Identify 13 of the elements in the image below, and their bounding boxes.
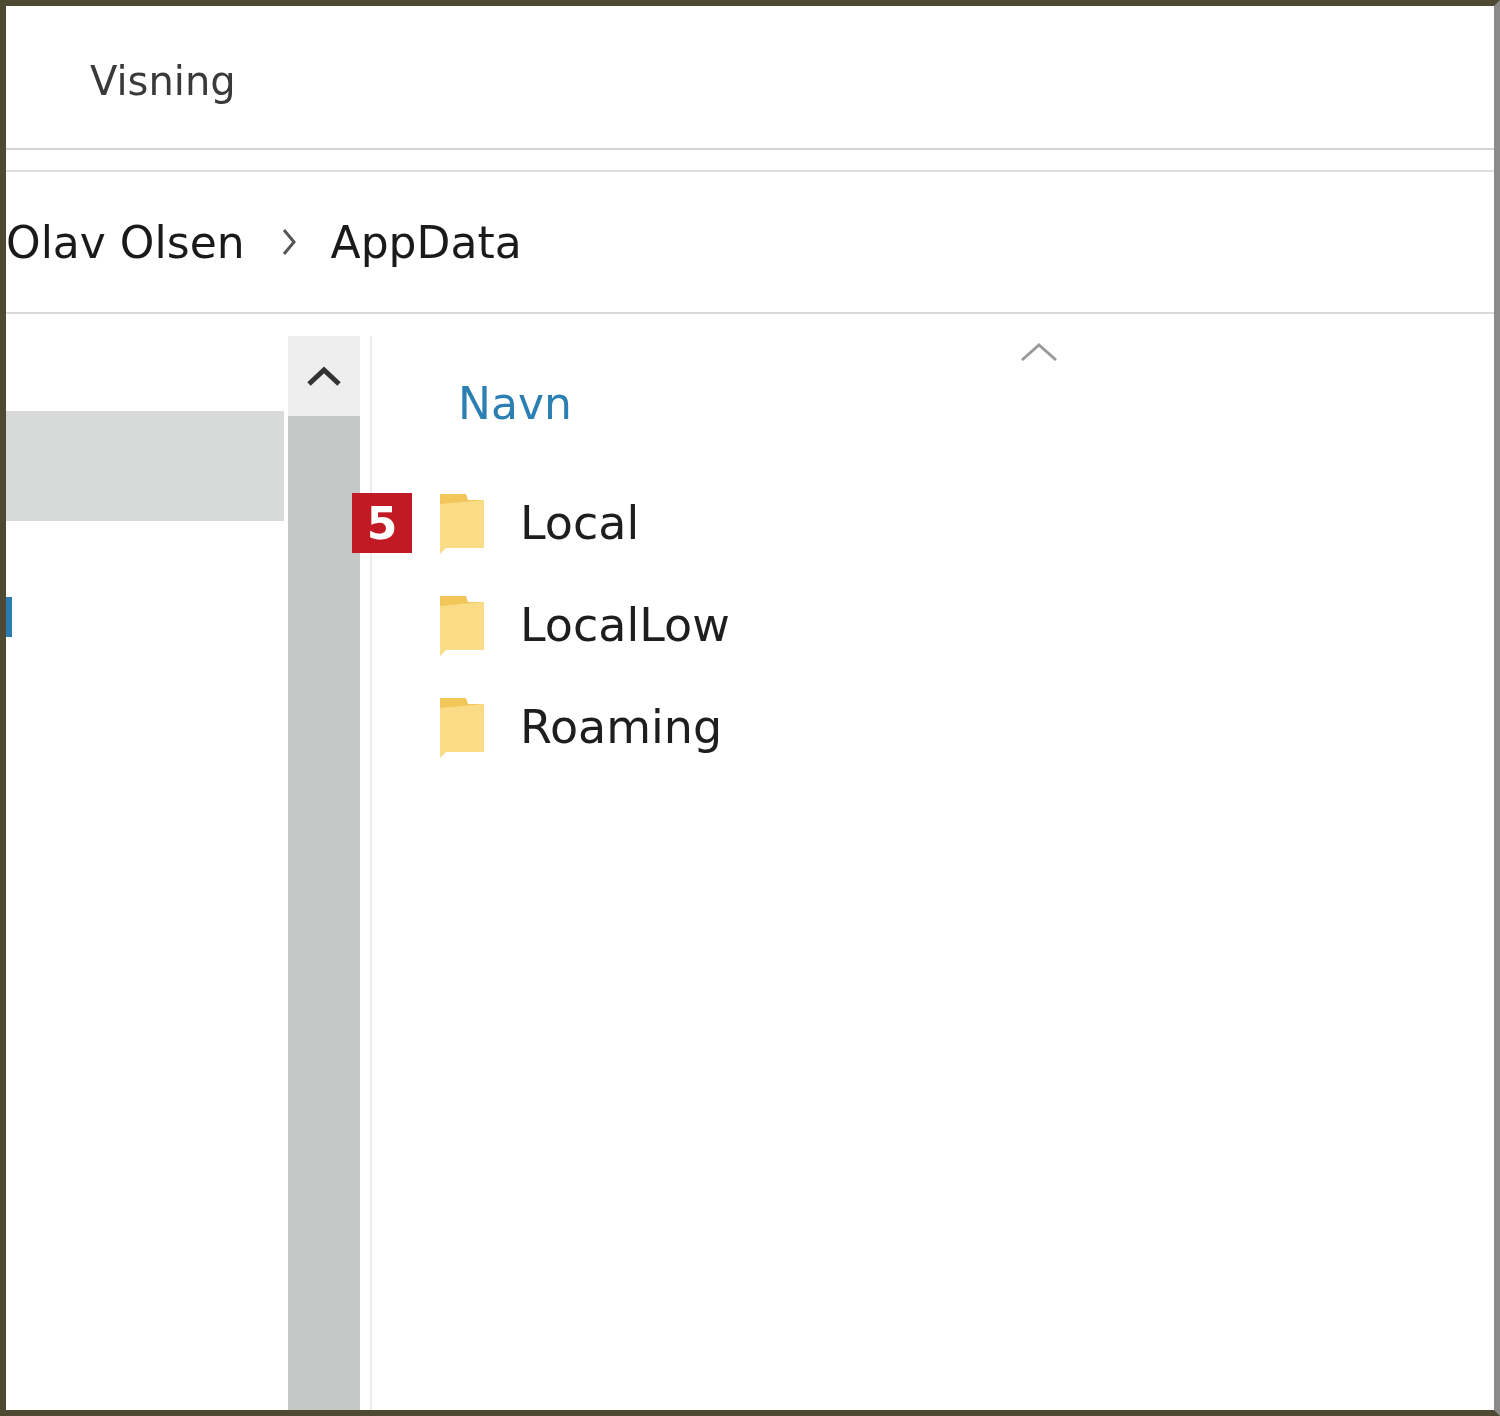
ribbon-tab[interactable]: Visning — [90, 58, 236, 104]
breadcrumb[interactable]: Olav Olsen — [6, 216, 245, 268]
folder-name[interactable]: LocalLow — [520, 598, 730, 652]
breadcrumb[interactable]: AppData — [330, 216, 522, 268]
scrollbar[interactable] — [288, 336, 360, 1410]
folder-name[interactable]: Roaming — [520, 700, 723, 754]
chevron-right-icon — [280, 227, 297, 257]
column-header[interactable]: Navn — [458, 378, 572, 429]
scroll-up-button[interactable] — [288, 336, 360, 416]
chevron-up-icon — [306, 365, 342, 387]
callout-badge: 5 — [352, 493, 412, 553]
nav-item-marker — [6, 597, 12, 637]
folder-name[interactable]: Local — [520, 496, 640, 550]
